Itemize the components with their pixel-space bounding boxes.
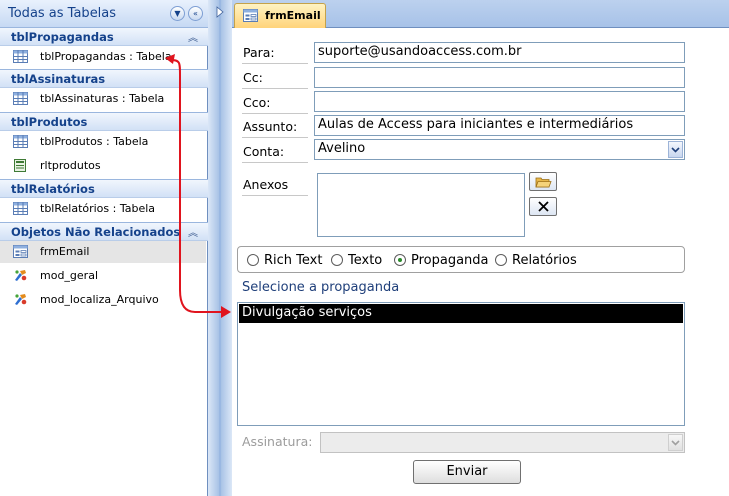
conta-combobox[interactable]: Avelino [314,139,685,160]
collapse-group-icon[interactable]: ︽ [188,224,198,239]
nav-item-label: tblRelatórios : Tabela [40,202,156,215]
list-item[interactable]: Divulgação serviços [239,304,683,323]
para-label-text: Para: [243,45,275,60]
email-form: Para: suporte@usandoaccess.com.br Cc: Cc… [232,28,729,496]
conta-value: Avelino [318,141,366,156]
format-option-group: Rich Text Texto Propaganda Relatórios [237,246,685,273]
add-attachment-button[interactable] [529,172,557,191]
assunto-label-text: Assunto: [243,119,298,134]
selecione-propaganda-label: Selecione a propaganda [242,280,400,295]
assinatura-dropdown-button[interactable] [668,434,683,451]
nav-item-tblassinaturas-table[interactable]: tblAssinaturas : Tabela [0,88,206,110]
radio-label: Texto [348,253,383,268]
cc-label-text: Cc: [243,70,263,85]
chevron-down-icon [671,147,680,153]
chevron-down-icon [671,440,680,446]
group-header-tblrelatorios[interactable]: tblRelatórios [0,179,208,198]
form-icon [13,245,28,258]
cco-input[interactable] [314,91,685,112]
assunto-label: Assunto: [242,117,308,138]
nav-item-mod-geral-module[interactable]: mod_geral [0,265,206,287]
nav-item-label: frmEmail [40,245,90,258]
radio-relatorios-dot [495,254,507,266]
group-title: Objetos Não Relacionados [11,225,181,239]
navigation-pane-title: Todas as Tabelas [8,6,117,21]
shutter-bar-close-icon[interactable]: « [188,6,203,21]
group-header-tblassinaturas[interactable]: tblAssinaturas [0,69,208,88]
assinatura-label: Assinatura: [242,434,313,449]
nav-item-tblrelatorios-table[interactable]: tblRelatórios : Tabela [0,198,206,220]
radio-label: Rich Text [264,253,323,268]
nav-item-mod-localiza-arquivo-module[interactable]: mod_localiza_Arquivo [0,289,206,311]
table-icon [13,202,28,215]
nav-item-rltprodutos-report[interactable]: rltprodutos [0,155,206,177]
conta-dropdown-button[interactable] [668,141,683,158]
cco-label-text: Cco: [243,95,271,110]
open-folder-icon [535,177,552,188]
nav-item-frmemail-form[interactable]: frmEmail [0,241,206,263]
radio-texto-dot [331,254,343,266]
group-title: tblProdutos [11,115,88,129]
remove-attachment-button[interactable] [529,197,557,216]
group-title: tblAssinaturas [11,72,106,86]
radio-label: Relatórios [512,253,577,268]
tab-label: frmEmail [265,9,321,22]
nav-item-label: rltprodutos [40,159,101,172]
para-label: Para: [242,43,308,64]
form-icon [243,9,258,22]
nav-item-label: mod_geral [40,269,98,282]
nav-item-label: mod_localiza_Arquivo [40,293,159,306]
group-title: tblRelatórios [11,182,95,196]
conta-label: Conta: [242,142,308,163]
navigation-pane-header[interactable]: Todas as Tabelas ▼ « [0,0,208,28]
assinatura-combobox[interactable] [320,432,685,453]
radio-propaganda-dot [394,254,406,266]
nav-item-label: tblPropagandas : Tabela [40,50,172,63]
table-icon [13,135,28,148]
anexos-listbox[interactable] [317,173,525,237]
cc-input[interactable] [314,67,685,88]
nav-item-tblprodutos-table[interactable]: tblProdutos : Tabela [0,131,206,153]
pane-splitter[interactable] [208,0,232,496]
collapse-group-icon[interactable]: ︽ [188,29,198,44]
report-icon [14,159,26,172]
table-icon [13,92,28,105]
nav-item-label: tblProdutos : Tabela [40,135,149,148]
nav-item-label: tblAssinaturas : Tabela [40,92,165,105]
para-input[interactable]: suporte@usandoaccess.com.br [314,42,685,63]
category-dropdown-icon[interactable]: ▼ [170,6,185,21]
module-icon [15,270,27,281]
radio-label: Propaganda [411,253,489,268]
group-header-objetos-nao-relacionados[interactable]: Objetos Não Relacionados ︽ [0,222,208,241]
propaganda-listbox[interactable]: Divulgação serviços [237,302,685,426]
group-title: tblPropagandas [11,30,114,44]
conta-label-text: Conta: [243,144,285,159]
group-header-tblpropagandas[interactable]: tblPropagandas ︽ [0,27,208,46]
anexos-label: Anexos [242,175,308,196]
module-icon [15,294,27,305]
anexos-label-text: Anexos [243,177,289,192]
table-icon [13,50,28,63]
nav-item-tblpropagandas-table[interactable]: tblPropagandas : Tabela [0,46,206,68]
radio-rich-text-dot [247,254,259,266]
close-icon [538,201,549,212]
cc-label: Cc: [242,68,308,89]
tab-frmemail[interactable]: frmEmail [234,3,326,28]
document-tab-bar: frmEmail [232,0,729,28]
enviar-button[interactable]: Enviar [413,460,521,484]
cco-label: Cco: [242,93,308,114]
group-header-tblprodutos[interactable]: tblProdutos [0,112,208,131]
navigation-pane: Todas as Tabelas ▼ « tblPropagandas ︽ tb… [0,0,208,496]
assunto-input[interactable]: Aulas de Access para iniciantes e interm… [314,115,685,136]
play-triangle-icon [216,6,224,18]
